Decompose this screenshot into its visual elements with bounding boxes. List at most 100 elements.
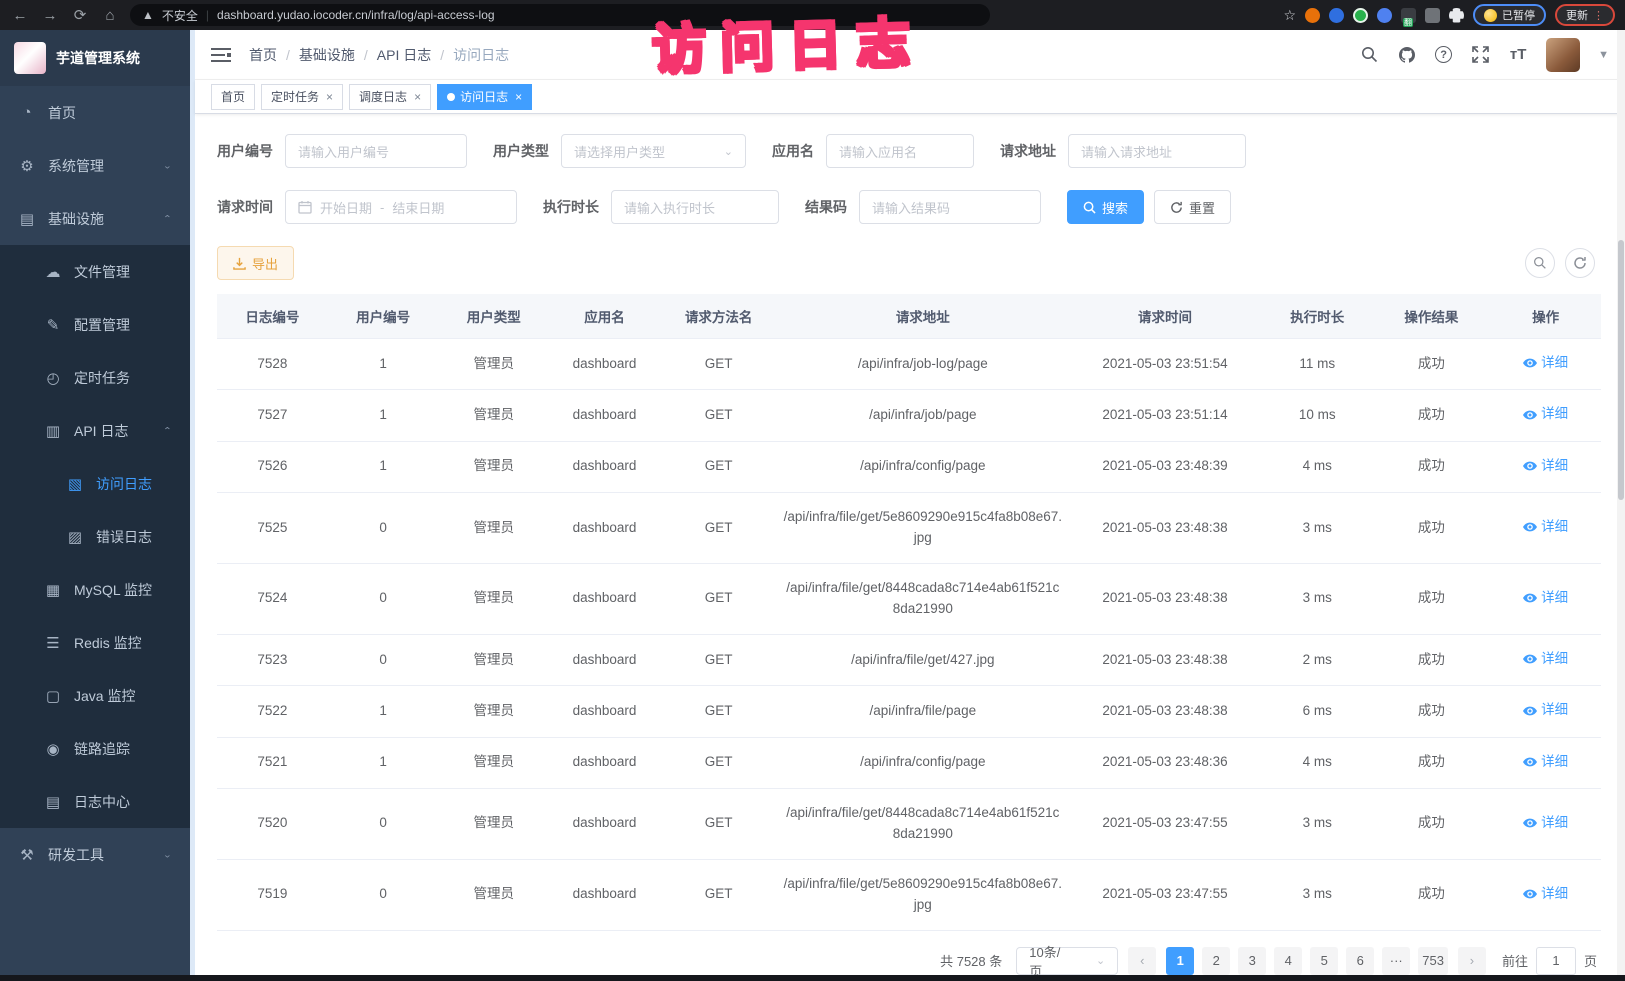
end-date-placeholder: 结束日期 (392, 198, 444, 217)
refresh-button[interactable] (1565, 248, 1595, 278)
sidebar-item-trace[interactable]: ◉链路追踪 (0, 722, 190, 775)
detail-link[interactable]: 详细 (1523, 813, 1568, 834)
breadcrumb-api-log[interactable]: API 日志 (377, 45, 431, 65)
page-button-6[interactable]: 6 (1346, 947, 1374, 975)
page-button-2[interactable]: 2 (1202, 947, 1230, 975)
tab-home[interactable]: 首页 (211, 84, 255, 110)
export-button[interactable]: 导出 (217, 246, 294, 280)
request-url-input[interactable]: 请输入请求地址 (1068, 134, 1246, 168)
url-text: dashboard.yudao.iocoder.cn/infra/log/api… (217, 8, 495, 22)
home-icon[interactable]: ⌂ (100, 7, 120, 24)
tab-job[interactable]: 定时任务 × (261, 84, 343, 110)
detail-link[interactable]: 详细 (1523, 884, 1568, 905)
prev-page-button[interactable]: ‹ (1128, 947, 1156, 975)
search-icon[interactable] (1359, 45, 1379, 65)
cell-log-id: 7524 (217, 563, 328, 634)
sidebar-item-system[interactable]: ⚙系统管理⌄ (0, 139, 190, 192)
duration-input[interactable]: 请输入执行时长 (611, 190, 779, 224)
menu-kebab-icon[interactable]: ⋮ (1593, 9, 1604, 22)
breadcrumb-separator: / (364, 47, 368, 63)
sidebar-item-config[interactable]: ✎配置管理 (0, 298, 190, 351)
scrollbar[interactable] (1617, 30, 1625, 975)
user-type-select[interactable]: 请选择用户类型⌄ (561, 134, 746, 168)
sidebar-item-redis[interactable]: ☰Redis 监控 (0, 616, 190, 669)
page-button-4[interactable]: 4 (1274, 947, 1302, 975)
extension-icon[interactable] (1329, 8, 1344, 23)
more-pages-button[interactable]: ··· (1382, 947, 1410, 975)
user-id-input[interactable]: 请输入用户编号 (285, 134, 467, 168)
forward-icon[interactable]: → (40, 7, 60, 24)
cell-method: GET (660, 563, 778, 634)
app-name-input[interactable]: 请输入应用名 (826, 134, 974, 168)
close-icon[interactable]: × (414, 90, 421, 104)
detail-link[interactable]: 详细 (1523, 700, 1568, 721)
detail-link[interactable]: 详细 (1523, 517, 1568, 538)
scrollbar-thumb[interactable] (1618, 240, 1624, 500)
tab-job-log[interactable]: 调度日志× (349, 84, 431, 110)
detail-link[interactable]: 详细 (1523, 404, 1568, 425)
sidebar-item-mysql[interactable]: ▦MySQL 监控 (0, 563, 190, 616)
sidebar-item-api-log[interactable]: ▥API 日志⌃ (0, 404, 190, 457)
sidebar-item-log-center[interactable]: ▤日志中心 (0, 775, 190, 828)
result-code-input[interactable]: 请输入结果码 (859, 190, 1041, 224)
font-size-icon[interactable]: ᴛT (1508, 45, 1528, 65)
back-icon[interactable]: ← (10, 7, 30, 24)
sidebar-item-label: 基础设施 (48, 209, 104, 229)
reset-button[interactable]: 重置 (1154, 190, 1231, 224)
detail-link[interactable]: 详细 (1523, 456, 1568, 477)
tab-label: 定时任务 (271, 88, 319, 105)
hamburger-icon[interactable] (211, 47, 233, 63)
toggle-search-button[interactable] (1525, 248, 1555, 278)
extension-icon[interactable] (1377, 8, 1392, 23)
extension-icon[interactable] (1353, 8, 1368, 23)
translate-extension-icon[interactable]: 翻 (1401, 8, 1416, 23)
caret-down-icon[interactable]: ▼ (1598, 49, 1609, 61)
page-button-5[interactable]: 5 (1310, 947, 1338, 975)
cell-result: 成功 (1373, 686, 1491, 737)
breadcrumb-home[interactable]: 首页 (249, 45, 277, 65)
sidebar-item-error-log[interactable]: ▨错误日志 (0, 510, 190, 563)
cell-log-id: 7525 (217, 493, 328, 564)
page-button-753[interactable]: 753 (1418, 947, 1448, 975)
reload-icon[interactable]: ⟳ (70, 6, 90, 24)
bookmark-star-icon[interactable]: ☆ (1283, 7, 1296, 24)
extension-icon[interactable] (1425, 8, 1440, 23)
search-button[interactable]: 搜索 (1067, 190, 1144, 224)
user-avatar[interactable] (1546, 38, 1580, 72)
sidebar-item-label: 日志中心 (74, 792, 130, 812)
breadcrumb-infra[interactable]: 基础设施 (299, 45, 355, 65)
sidebar-item-file[interactable]: ☁文件管理 (0, 245, 190, 298)
extensions-puzzle-icon[interactable] (1449, 8, 1464, 23)
next-page-button[interactable]: › (1458, 947, 1486, 975)
profile-paused-pill[interactable]: 已暂停 (1473, 4, 1546, 26)
detail-link[interactable]: 详细 (1523, 353, 1568, 374)
fullscreen-icon[interactable] (1470, 45, 1490, 65)
sidebar-item-infra[interactable]: ▤基础设施⌃ (0, 192, 190, 245)
date-range-picker[interactable]: 开始日期 - 结束日期 (285, 190, 517, 224)
detail-link[interactable]: 详细 (1523, 649, 1568, 670)
detail-link[interactable]: 详细 (1523, 752, 1568, 773)
sidebar-item-job[interactable]: ◴定时任务 (0, 351, 190, 404)
logo[interactable]: 芋道管理系统 (0, 30, 190, 86)
sidebar-item-devtools[interactable]: ⚒研发工具⌄ (0, 828, 190, 881)
page-button-1[interactable]: 1 (1166, 947, 1194, 975)
update-button[interactable]: 更新⋮ (1555, 4, 1615, 26)
close-icon[interactable]: × (326, 90, 333, 104)
sidebar-item-java[interactable]: ▢Java 监控 (0, 669, 190, 722)
help-icon[interactable]: ? (1435, 46, 1452, 63)
close-icon[interactable]: × (515, 90, 522, 104)
page-button-3[interactable]: 3 (1238, 947, 1266, 975)
detail-link[interactable]: 详细 (1523, 588, 1568, 609)
table-row: 7519 0 管理员 dashboard GET /api/infra/file… (217, 859, 1601, 930)
extension-icon[interactable] (1305, 8, 1320, 23)
eye-icon (1523, 410, 1537, 420)
page-size-select[interactable]: 10条/页⌄ (1016, 947, 1118, 975)
tab-access-log[interactable]: 访问日志× (437, 84, 532, 110)
begin-date-placeholder: 开始日期 (320, 198, 372, 217)
github-icon[interactable] (1397, 45, 1417, 65)
sidebar-item-access-log[interactable]: ▧访问日志 (0, 457, 190, 510)
cell-duration: 3 ms (1262, 493, 1373, 564)
address-bar[interactable]: ▲ 不安全 | dashboard.yudao.iocoder.cn/infra… (130, 4, 990, 26)
goto-page-input[interactable]: 1 (1536, 947, 1576, 975)
sidebar-item-home[interactable]: ◔首页 (0, 86, 190, 139)
